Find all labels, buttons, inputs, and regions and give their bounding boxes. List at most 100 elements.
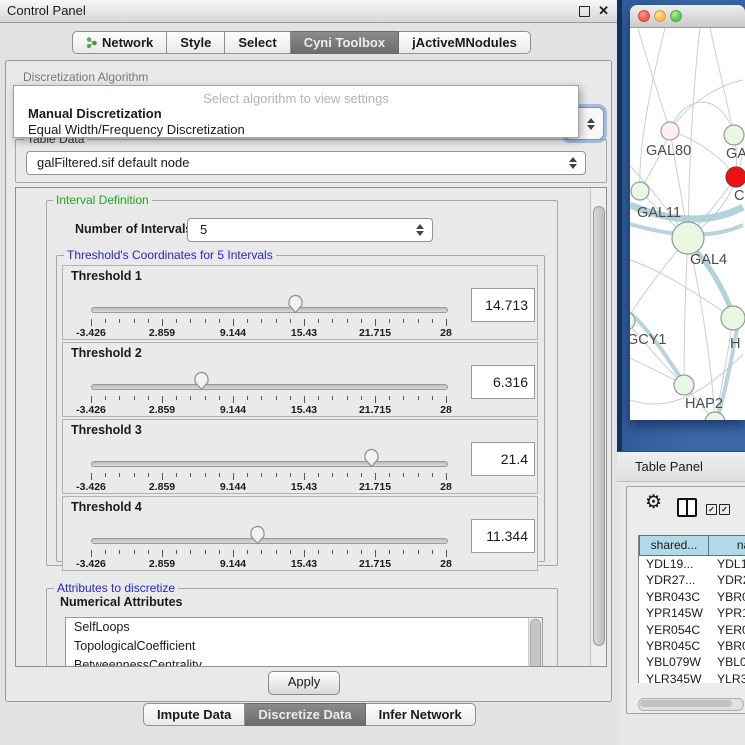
slider-handle[interactable] [363, 447, 380, 468]
table-row[interactable]: YER054C YER0 [639, 622, 745, 638]
threshold-value-field[interactable]: 11.344 [471, 519, 535, 553]
checkbox-icon[interactable]: ✓ [706, 504, 717, 515]
table-h-scrollbar[interactable] [638, 698, 744, 711]
network-edge[interactable] [638, 28, 670, 131]
table-h-scrollbar-thumb[interactable] [640, 700, 732, 707]
network-node[interactable] [672, 222, 704, 254]
panel-scrollbar-thumb[interactable] [593, 206, 605, 646]
slider-handle[interactable] [287, 293, 304, 314]
table-row[interactable]: YDR27... YDR2 [639, 572, 745, 588]
gear-icon[interactable]: ⚙ [645, 491, 662, 514]
network-node[interactable] [631, 182, 649, 200]
tab-cyni-toolbox[interactable]: Cyni Toolbox [291, 31, 399, 54]
network-edge[interactable] [710, 28, 734, 135]
cell-shared-name[interactable]: YDL19... [639, 556, 709, 572]
network-edge[interactable] [640, 28, 665, 191]
slider-tick [347, 473, 348, 477]
network-edge[interactable] [670, 80, 743, 131]
apply-button[interactable]: Apply [268, 671, 340, 695]
cell-name[interactable]: YLR3 [709, 671, 745, 683]
slider-tick [332, 473, 333, 477]
cell-name[interactable]: YDR2 [709, 572, 745, 588]
number-of-intervals-combobox[interactable]: 5 [187, 218, 433, 242]
zoom-traffic-light[interactable] [670, 10, 682, 22]
threshold-value-field[interactable]: 14.713 [471, 288, 535, 322]
table-row[interactable]: YBR043C YBR0 [639, 589, 745, 605]
list-scrollbar-thumb[interactable] [530, 619, 541, 667]
attribute-list-item[interactable]: TopologicalCoefficient [66, 637, 542, 656]
cell-shared-name[interactable]: YPR145W [639, 605, 709, 621]
network-node-label: GA [726, 146, 745, 162]
attribute-list-item[interactable]: SelfLoops [66, 618, 542, 637]
slider-handle[interactable] [193, 370, 210, 391]
network-svg[interactable]: GAL80GACGAL11GAL4GCY1HHAP2 [630, 28, 745, 420]
tab-impute-data[interactable]: Impute Data [143, 703, 245, 726]
dropdown-item-manual-discretization[interactable]: Manual Discretization [14, 106, 578, 122]
slider-tick [162, 396, 163, 403]
cell-shared-name[interactable]: YDR27... [639, 572, 709, 588]
network-edge[interactable] [688, 28, 700, 238]
cell-name[interactable]: YPR1 [709, 605, 745, 621]
cell-shared-name[interactable]: YBL079W [639, 654, 709, 670]
slider-track[interactable] [91, 307, 448, 313]
cell-shared-name[interactable]: YER054C [639, 622, 709, 638]
slider-tick [403, 396, 404, 400]
checkbox-icon[interactable]: ✓ [719, 504, 730, 515]
network-canvas[interactable]: GAL80GACGAL11GAL4GCY1HHAP2 [630, 28, 745, 420]
table-data-combobox[interactable]: galFiltered.sif default node [26, 151, 586, 175]
cell-shared-name[interactable]: YLR345W [639, 671, 709, 683]
close-traffic-light[interactable] [638, 10, 650, 22]
cell-name[interactable]: YBR0 [709, 589, 745, 605]
network-node[interactable] [724, 125, 744, 145]
tab-select[interactable]: Select [225, 31, 290, 54]
dropdown-item-equal-width-frequency[interactable]: Equal Width/Frequency Discretization [14, 122, 578, 138]
float-window-icon[interactable] [579, 6, 590, 17]
network-node[interactable] [661, 122, 679, 140]
table-row[interactable]: YBR045C YBR0 [639, 638, 745, 654]
slider-track[interactable] [91, 461, 448, 467]
cell-name[interactable]: YBR0 [709, 638, 745, 654]
slider-tick [375, 473, 376, 480]
slider-tick [432, 550, 433, 554]
attribute-list-item[interactable]: BetweennessCentrality [66, 656, 542, 667]
threshold-value-field[interactable]: 21.4 [471, 442, 535, 476]
slider-tick-label: 2.859 [149, 558, 175, 570]
table-row[interactable]: YDL19... YDL1 [639, 556, 745, 572]
cell-name[interactable]: YER0 [709, 622, 745, 638]
network-window-titlebar[interactable] [630, 5, 745, 28]
column-header-name[interactable]: na [709, 535, 745, 556]
cell-shared-name[interactable]: YBR043C [639, 589, 709, 605]
numerical-attributes-list[interactable]: SelfLoopsTopologicalCoefficientBetweenne… [65, 617, 543, 667]
cell-name[interactable]: YDL1 [709, 556, 745, 572]
discretization-algorithm-group-title: Discretization Algorithm [23, 70, 148, 84]
network-node[interactable] [726, 167, 745, 187]
minimize-traffic-light[interactable] [654, 10, 666, 22]
network-edge[interactable] [630, 321, 684, 385]
table-row[interactable]: YBL079W YBL0 [639, 654, 745, 670]
threshold-row: Threshold 1-3.4262.8599.14415.4321.71528… [62, 265, 538, 340]
network-node[interactable] [674, 375, 694, 395]
slider-track[interactable] [91, 384, 448, 390]
list-scrollbar[interactable] [528, 618, 542, 667]
table-row[interactable]: YLR345W YLR3 [639, 671, 745, 683]
threshold-value-field[interactable]: 6.316 [471, 365, 535, 399]
network-edge[interactable] [684, 238, 688, 385]
slider-tick [190, 319, 191, 323]
tab-network[interactable]: Network [72, 31, 167, 54]
tab-jactivemnodules[interactable]: jActiveMNodules [399, 31, 531, 54]
network-edge[interactable] [630, 260, 733, 318]
panel-scrollbar[interactable] [590, 188, 606, 666]
columns-icon[interactable] [677, 498, 697, 517]
network-node[interactable] [721, 306, 745, 330]
tab-style[interactable]: Style [167, 31, 225, 54]
slider-track[interactable] [91, 538, 448, 544]
tab-discretize-data[interactable]: Discretize Data [245, 703, 365, 726]
tab-infer-network[interactable]: Infer Network [366, 703, 476, 726]
slider-tick [446, 396, 447, 403]
close-icon[interactable]: ✕ [598, 0, 609, 22]
cell-name[interactable]: YBL0 [709, 654, 745, 670]
column-header-shared-name[interactable]: shared... [639, 535, 709, 556]
cell-shared-name[interactable]: YBR045C [639, 638, 709, 654]
slider-handle[interactable] [249, 524, 266, 545]
table-row[interactable]: YPR145W YPR1 [639, 605, 745, 621]
